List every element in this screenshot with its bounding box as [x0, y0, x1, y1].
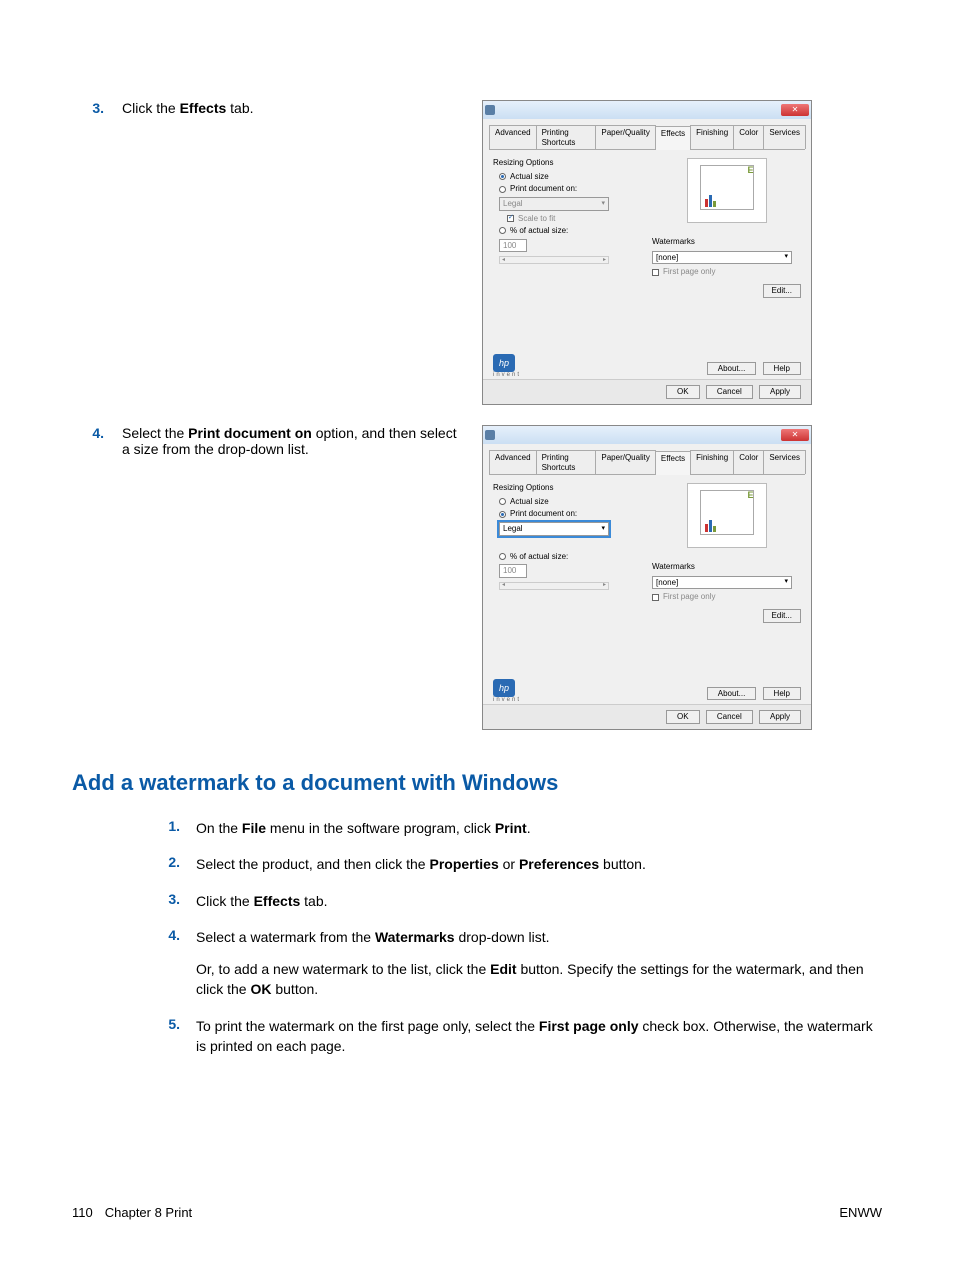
radio-icon — [499, 186, 506, 193]
page-preview: E — [687, 483, 767, 548]
pct-input[interactable]: 100 — [499, 564, 527, 578]
tab-paper-quality[interactable]: Paper/Quality — [595, 125, 655, 149]
paper-size-select[interactable]: Legal▾ — [499, 522, 609, 536]
radio-icon — [499, 511, 506, 518]
tab-services[interactable]: Services — [763, 450, 806, 474]
radio-icon — [499, 553, 506, 560]
about-button[interactable]: About... — [707, 687, 757, 701]
watermark-steps: 1.On the File menu in the software progr… — [162, 818, 882, 1056]
tab-printing-shortcuts[interactable]: Printing Shortcuts — [536, 125, 597, 149]
step-3-number: 3. — [82, 100, 122, 116]
actual-size-option[interactable]: Actual size — [499, 497, 642, 507]
resizing-options-label: Resizing Options — [493, 158, 642, 168]
step-4-text: Select the Print document on option, and… — [122, 425, 482, 457]
print-dialog-2: ✕ Advanced Printing Shortcuts Paper/Qual… — [482, 425, 812, 730]
ok-button[interactable]: OK — [666, 385, 700, 399]
pct-slider[interactable]: ◂▸ — [499, 582, 609, 590]
sub-step-2-text: Select the product, and then click the P… — [196, 854, 876, 874]
tab-effects[interactable]: Effects — [655, 451, 691, 475]
watermark-select[interactable]: [none]▾ — [652, 251, 792, 265]
print-dialog-1: ✕ Advanced Printing Shortcuts Paper/Qual… — [482, 100, 812, 405]
chevron-down-icon: ▾ — [784, 253, 788, 261]
close-icon[interactable]: ✕ — [781, 429, 809, 441]
preview-e-icon: E — [747, 165, 753, 176]
page-number: 110 — [72, 1205, 93, 1220]
pct-slider[interactable]: ◂▸ — [499, 256, 609, 264]
tab-printing-shortcuts[interactable]: Printing Shortcuts — [536, 450, 597, 474]
print-document-on-option[interactable]: Print document on: — [499, 509, 642, 519]
tab-paper-quality[interactable]: Paper/Quality — [595, 450, 655, 474]
tab-color[interactable]: Color — [733, 125, 764, 149]
pct-actual-size-option[interactable]: % of actual size: — [499, 552, 642, 562]
sub-step-1-text: On the File menu in the software program… — [196, 818, 876, 838]
tab-color[interactable]: Color — [733, 450, 764, 474]
pct-actual-size-option[interactable]: % of actual size: — [499, 226, 642, 236]
step-4-number: 4. — [82, 425, 122, 441]
sub-step-5-text: To print the watermark on the first page… — [196, 1016, 876, 1057]
step-3-text: Click the Effects tab. — [122, 100, 482, 116]
step-3-screenshot: ✕ Advanced Printing Shortcuts Paper/Qual… — [482, 100, 812, 405]
chapter-name: Chapter 8 Print — [105, 1205, 192, 1220]
radio-icon — [499, 227, 506, 234]
tab-services[interactable]: Services — [763, 125, 806, 149]
edit-button[interactable]: Edit... — [763, 284, 801, 298]
preview-e-icon: E — [747, 490, 753, 501]
resizing-options-label: Resizing Options — [493, 483, 642, 493]
step-4-screenshot: ✕ Advanced Printing Shortcuts Paper/Qual… — [482, 425, 812, 730]
footer-right: ENWW — [839, 1205, 882, 1220]
window-icon — [485, 430, 495, 440]
close-icon[interactable]: ✕ — [781, 104, 809, 116]
watermarks-label: Watermarks — [652, 237, 801, 247]
tab-strip: Advanced Printing Shortcuts Paper/Qualit… — [489, 450, 805, 475]
title-bar: ✕ — [483, 426, 811, 444]
cancel-button[interactable]: Cancel — [706, 385, 753, 399]
sub-step-3-text: Click the Effects tab. — [196, 891, 876, 911]
actual-size-option[interactable]: Actual size — [499, 172, 642, 182]
tab-advanced[interactable]: Advanced — [489, 125, 537, 149]
radio-icon — [499, 498, 506, 505]
sub-step-3-num: 3. — [162, 891, 196, 911]
tab-strip: Advanced Printing Shortcuts Paper/Qualit… — [489, 125, 805, 150]
chevron-down-icon: ▾ — [601, 525, 605, 533]
sub-step-1-num: 1. — [162, 818, 196, 838]
sub-step-2-num: 2. — [162, 854, 196, 874]
step-4-row: 4. Select the Print document on option, … — [72, 425, 882, 730]
watermarks-label: Watermarks — [652, 562, 801, 572]
sub-step-5-num: 5. — [162, 1016, 196, 1057]
watermark-select[interactable]: [none]▾ — [652, 576, 792, 590]
sub-step-4-num: 4. — [162, 927, 196, 1000]
hp-logo-icon: hp — [493, 679, 515, 697]
print-document-on-option[interactable]: Print document on: — [499, 184, 642, 194]
apply-button[interactable]: Apply — [759, 710, 801, 724]
tab-finishing[interactable]: Finishing — [690, 125, 734, 149]
first-page-only-checkbox[interactable] — [652, 594, 659, 601]
title-bar: ✕ — [483, 101, 811, 119]
radio-icon — [499, 173, 506, 180]
page-footer: 110 Chapter 8 Print ENWW — [72, 1205, 882, 1220]
section-heading: Add a watermark to a document with Windo… — [72, 770, 882, 796]
edit-button[interactable]: Edit... — [763, 609, 801, 623]
hp-logo-icon: hp — [493, 354, 515, 372]
sub-step-4-text: Select a watermark from the Watermarks d… — [196, 927, 876, 1000]
about-button[interactable]: About... — [707, 362, 757, 376]
tab-effects[interactable]: Effects — [655, 126, 691, 150]
ok-button[interactable]: OK — [666, 710, 700, 724]
tab-advanced[interactable]: Advanced — [489, 450, 537, 474]
chevron-down-icon: ▾ — [784, 578, 788, 586]
cancel-button[interactable]: Cancel — [706, 710, 753, 724]
tab-finishing[interactable]: Finishing — [690, 450, 734, 474]
pct-input[interactable]: 100 — [499, 239, 527, 253]
chevron-down-icon: ▾ — [601, 200, 605, 208]
help-button[interactable]: Help — [763, 687, 801, 701]
apply-button[interactable]: Apply — [759, 385, 801, 399]
paper-size-select[interactable]: Legal▾ — [499, 197, 609, 211]
step-3-row: 3. Click the Effects tab. ✕ Advanced Pri… — [72, 100, 882, 405]
window-icon — [485, 105, 495, 115]
scale-to-fit-checkbox[interactable] — [507, 215, 514, 222]
help-button[interactable]: Help — [763, 362, 801, 376]
first-page-only-checkbox[interactable] — [652, 269, 659, 276]
page-preview: E — [687, 158, 767, 223]
